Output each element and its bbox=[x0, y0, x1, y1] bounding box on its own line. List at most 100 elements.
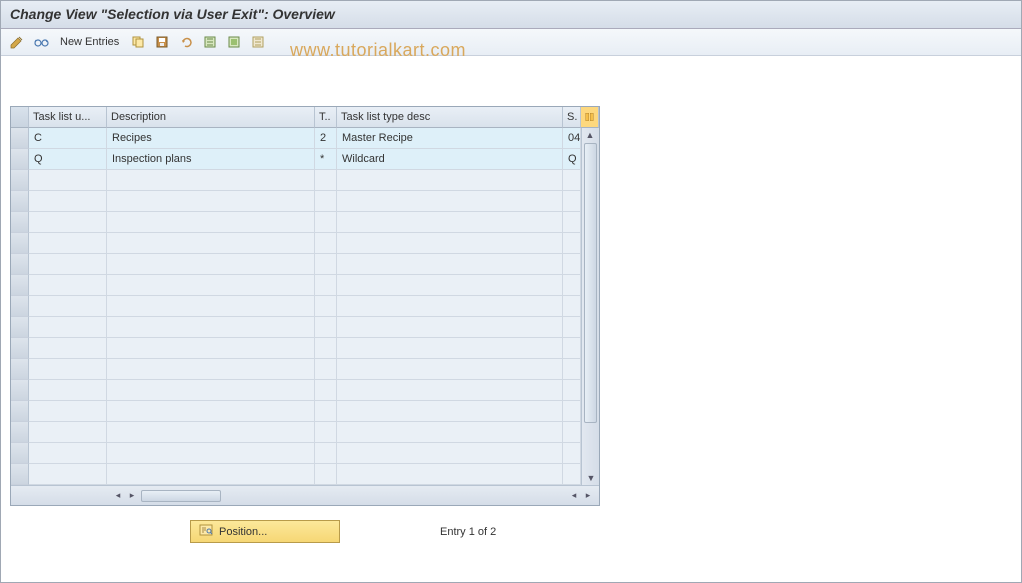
cell-empty[interactable] bbox=[337, 401, 563, 422]
row-selector[interactable] bbox=[11, 359, 29, 380]
cell-empty[interactable] bbox=[315, 359, 337, 380]
cell-empty[interactable] bbox=[563, 443, 581, 464]
cell-empty[interactable] bbox=[29, 254, 107, 275]
cell-s[interactable]: Q bbox=[563, 149, 581, 170]
cell-description[interactable]: Inspection plans bbox=[107, 149, 315, 170]
cell-s[interactable]: 04 bbox=[563, 128, 581, 149]
cell-empty[interactable] bbox=[315, 254, 337, 275]
cell-empty[interactable] bbox=[315, 464, 337, 485]
cell-empty[interactable] bbox=[315, 443, 337, 464]
cell-empty[interactable] bbox=[315, 338, 337, 359]
cell-empty[interactable] bbox=[337, 212, 563, 233]
cell-empty[interactable] bbox=[563, 296, 581, 317]
cell-type[interactable]: 2 bbox=[315, 128, 337, 149]
cell-empty[interactable] bbox=[563, 254, 581, 275]
cell-empty[interactable] bbox=[315, 317, 337, 338]
scroll-left-icon[interactable]: ▸ bbox=[125, 489, 139, 503]
cell-description[interactable]: Recipes bbox=[107, 128, 315, 149]
row-selector[interactable] bbox=[11, 296, 29, 317]
cell-empty[interactable] bbox=[29, 401, 107, 422]
cell-empty[interactable] bbox=[337, 275, 563, 296]
cell-empty[interactable] bbox=[337, 380, 563, 401]
col-header-typedesc[interactable]: Task list type desc bbox=[337, 107, 563, 128]
cell-empty[interactable] bbox=[337, 443, 563, 464]
cell-empty[interactable] bbox=[107, 233, 315, 254]
cell-empty[interactable] bbox=[563, 170, 581, 191]
scroll-down-icon[interactable]: ▼ bbox=[583, 471, 599, 485]
horizontal-scroll-thumb[interactable] bbox=[141, 490, 221, 502]
row-selector[interactable] bbox=[11, 233, 29, 254]
config-column-icon[interactable] bbox=[581, 107, 599, 128]
col-header-tasklist[interactable]: Task list u... bbox=[29, 107, 107, 128]
cell-empty[interactable] bbox=[563, 233, 581, 254]
cell-empty[interactable] bbox=[29, 422, 107, 443]
col-header-type[interactable]: T.. bbox=[315, 107, 337, 128]
cell-empty[interactable] bbox=[107, 317, 315, 338]
cell-empty[interactable] bbox=[107, 254, 315, 275]
cell-empty[interactable] bbox=[107, 401, 315, 422]
cell-typedesc[interactable]: Master Recipe bbox=[337, 128, 563, 149]
row-selector[interactable] bbox=[11, 464, 29, 485]
deselect-icon[interactable] bbox=[249, 33, 267, 51]
cell-empty[interactable] bbox=[563, 275, 581, 296]
row-selector[interactable] bbox=[11, 212, 29, 233]
cell-tasklist[interactable]: C bbox=[29, 128, 107, 149]
cell-empty[interactable] bbox=[29, 317, 107, 338]
cell-empty[interactable] bbox=[107, 338, 315, 359]
vertical-scroll-thumb[interactable] bbox=[584, 143, 597, 423]
row-selector[interactable] bbox=[11, 422, 29, 443]
row-selector[interactable] bbox=[11, 149, 29, 170]
cell-empty[interactable] bbox=[107, 422, 315, 443]
cell-empty[interactable] bbox=[337, 191, 563, 212]
cell-empty[interactable] bbox=[315, 170, 337, 191]
row-selector[interactable] bbox=[11, 191, 29, 212]
row-selector[interactable] bbox=[11, 128, 29, 149]
cell-empty[interactable] bbox=[337, 317, 563, 338]
cell-empty[interactable] bbox=[315, 191, 337, 212]
cell-empty[interactable] bbox=[315, 422, 337, 443]
cell-empty[interactable] bbox=[107, 275, 315, 296]
cell-empty[interactable] bbox=[337, 422, 563, 443]
cell-empty[interactable] bbox=[337, 254, 563, 275]
col-header-s[interactable]: S. bbox=[563, 107, 581, 128]
row-selector[interactable] bbox=[11, 338, 29, 359]
cell-empty[interactable] bbox=[337, 170, 563, 191]
scroll-right-end-icon[interactable]: ▸ bbox=[581, 489, 595, 503]
cell-empty[interactable] bbox=[107, 380, 315, 401]
cell-empty[interactable] bbox=[107, 212, 315, 233]
cell-type[interactable]: * bbox=[315, 149, 337, 170]
position-button[interactable]: Position... bbox=[190, 520, 340, 543]
cell-empty[interactable] bbox=[337, 233, 563, 254]
cell-empty[interactable] bbox=[337, 464, 563, 485]
cell-empty[interactable] bbox=[563, 212, 581, 233]
select-all-icon[interactable] bbox=[201, 33, 219, 51]
row-selector[interactable] bbox=[11, 254, 29, 275]
cell-empty[interactable] bbox=[315, 401, 337, 422]
row-selector[interactable] bbox=[11, 443, 29, 464]
cell-empty[interactable] bbox=[563, 338, 581, 359]
row-selector[interactable] bbox=[11, 170, 29, 191]
cell-empty[interactable] bbox=[315, 380, 337, 401]
scroll-right-icon[interactable]: ◂ bbox=[567, 489, 581, 503]
row-selector[interactable] bbox=[11, 275, 29, 296]
cell-empty[interactable] bbox=[107, 296, 315, 317]
cell-empty[interactable] bbox=[563, 317, 581, 338]
cell-empty[interactable] bbox=[107, 464, 315, 485]
scroll-left-end-icon[interactable]: ◂ bbox=[111, 489, 125, 503]
cell-typedesc[interactable]: Wildcard bbox=[337, 149, 563, 170]
cell-empty[interactable] bbox=[29, 233, 107, 254]
select-block-icon[interactable] bbox=[225, 33, 243, 51]
cell-empty[interactable] bbox=[29, 338, 107, 359]
cell-empty[interactable] bbox=[29, 191, 107, 212]
cell-empty[interactable] bbox=[563, 401, 581, 422]
undo-icon[interactable] bbox=[177, 33, 195, 51]
row-selector[interactable] bbox=[11, 317, 29, 338]
cell-empty[interactable] bbox=[107, 443, 315, 464]
cell-empty[interactable] bbox=[315, 233, 337, 254]
copy-icon[interactable] bbox=[129, 33, 147, 51]
vertical-scrollbar[interactable]: ▲ ▼ bbox=[581, 128, 599, 485]
row-selector[interactable] bbox=[11, 401, 29, 422]
cell-empty[interactable] bbox=[29, 359, 107, 380]
save-icon[interactable] bbox=[153, 33, 171, 51]
cell-empty[interactable] bbox=[107, 359, 315, 380]
